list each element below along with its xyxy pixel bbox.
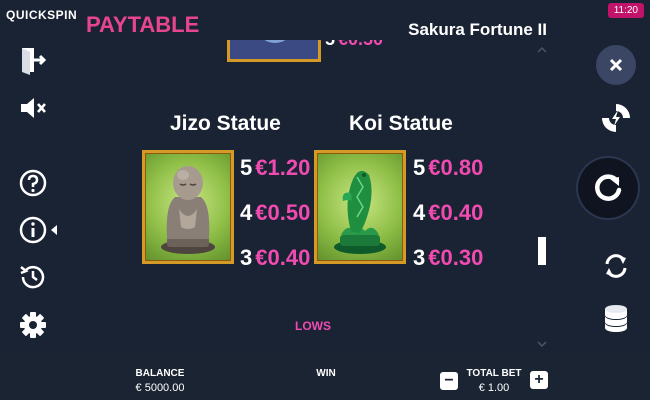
pay-row: 5 €0.80	[413, 155, 484, 180]
paytable-jizo: 5 €1.20 4 €0.50 3 €0.40	[240, 157, 310, 292]
scrollbar[interactable]	[536, 46, 548, 348]
paytable-koi: 5 €0.80 4 €0.40 3 €0.30	[413, 157, 483, 292]
sound-muted-icon[interactable]	[18, 93, 48, 123]
info-icon[interactable]	[18, 215, 62, 245]
win-label: WIN	[316, 368, 336, 379]
total-bet-label: TOTAL BET	[466, 368, 522, 379]
paytable-title: PAYTABLE	[86, 12, 200, 37]
pay-row: 4 €0.50	[240, 200, 311, 225]
spin-icon	[595, 174, 622, 201]
paytable-scroll-area[interactable]: 5€0.50 Jizo Statue 5€1.20 4€0.50 3€0.40 …	[80, 40, 540, 345]
scroll-down-arrow-icon[interactable]	[536, 340, 548, 348]
symbol-frame-jizo	[142, 150, 234, 264]
turbo-icon	[602, 104, 630, 132]
settings-icon[interactable]	[18, 310, 48, 340]
partial-symbol-frame	[227, 40, 321, 62]
bottom-bar: BALANCE € 5000.00 WIN − TOTAL BET € 1.00…	[0, 352, 650, 400]
autoplay-button[interactable]	[600, 250, 632, 282]
autoplay-icon	[605, 254, 627, 278]
pay-row: 5 €1.20	[240, 155, 311, 180]
bet-button[interactable]	[600, 302, 632, 336]
symbol-name-jizo: Jizo Statue	[170, 112, 281, 135]
balance-label: BALANCE	[135, 368, 185, 379]
scroll-up-arrow-icon[interactable]	[536, 46, 548, 54]
history-icon[interactable]	[18, 262, 48, 292]
brand-logo: QUICKSPIN	[6, 8, 78, 22]
pay-row: 3 €0.40	[240, 245, 311, 270]
increase-bet-button[interactable]: +	[530, 371, 548, 389]
partial-pay-row: 5€0.50	[325, 40, 383, 48]
decrease-bet-button[interactable]: −	[440, 372, 458, 390]
balance-value: € 5000.00	[135, 382, 185, 394]
coin-stack-icon	[605, 305, 627, 332]
pay-row: 4 €0.40	[413, 200, 484, 225]
total-bet-value: € 1.00	[478, 382, 510, 394]
turbo-button[interactable]	[598, 100, 634, 136]
help-icon[interactable]	[18, 168, 48, 198]
koi-statue-icon	[334, 170, 386, 254]
symbol-frame-koi	[314, 150, 406, 264]
close-button[interactable]	[596, 45, 636, 85]
jizo-statue-icon	[161, 166, 215, 254]
close-icon	[609, 58, 623, 72]
scrollbar-thumb[interactable]	[538, 237, 546, 265]
game-title: Sakura Fortune II	[408, 20, 547, 39]
spin-button[interactable]	[578, 158, 638, 218]
pay-row: 3 €0.30	[413, 245, 484, 270]
exit-icon[interactable]	[18, 45, 48, 75]
symbol-name-koi: Koi Statue	[349, 112, 453, 135]
section-label-lows: LOWS	[295, 319, 331, 333]
clock-badge: 11:20	[607, 3, 644, 18]
